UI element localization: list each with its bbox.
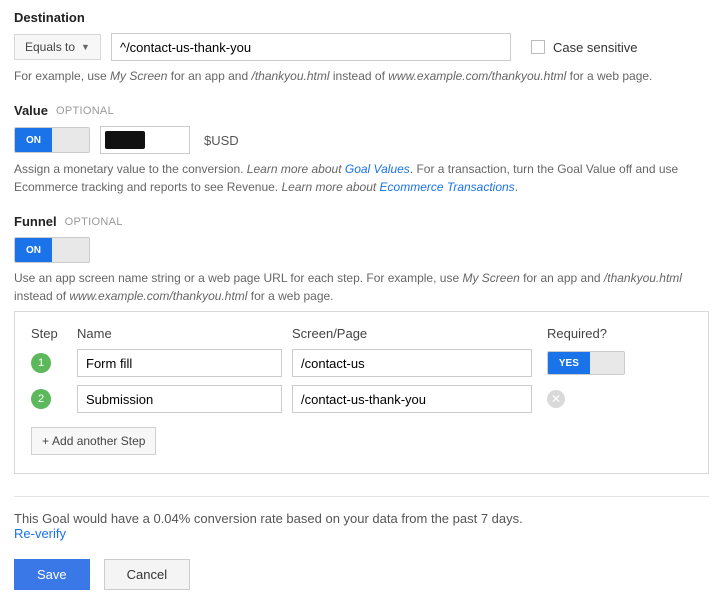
funnel-help: Use an app screen name string or a web p… [14,269,709,305]
step-required-yes: YES [548,352,590,374]
add-step-button[interactable]: + Add another Step [31,427,156,455]
funnel-title: Funnel [14,214,57,229]
step-required-off [590,352,624,374]
divider [14,496,709,497]
value-amount-input[interactable] [100,126,190,154]
step-number-badge: 2 [31,389,51,409]
destination-url-input[interactable] [111,33,511,61]
step-required-toggle[interactable]: YES [547,351,625,375]
value-optional-label: OPTIONAL [56,105,114,117]
funnel-steps-table: Step Name Screen/Page Required? 1 YES 2 … [14,311,709,474]
col-step: Step [31,326,77,341]
col-page: Screen/Page [292,326,547,341]
step-number-badge: 1 [31,353,51,373]
step-page-input[interactable] [292,349,532,377]
reverify-link[interactable]: Re-verify [14,526,66,541]
currency-label: $USD [204,133,239,148]
value-toggle-off [52,128,89,152]
match-type-dropdown[interactable]: Equals to ▼ [14,34,101,60]
col-required: Required? [547,326,647,341]
plus-icon: + [42,434,49,448]
value-toggle[interactable]: ON [14,127,90,153]
funnel-toggle-on: ON [15,238,52,262]
value-amount-redacted [105,131,145,149]
chevron-down-icon: ▼ [81,42,90,52]
destination-title: Destination [14,10,709,25]
destination-help: For example, use My Screen for an app an… [14,67,709,85]
funnel-toggle-off [52,238,89,262]
case-sensitive-label: Case sensitive [553,40,638,55]
ecommerce-transactions-link[interactable]: Ecommerce Transactions [380,180,515,194]
case-sensitive-checkbox[interactable] [531,40,545,54]
goal-values-link[interactable]: Goal Values [345,162,410,176]
step-name-input[interactable] [77,385,282,413]
step-page-input[interactable] [292,385,532,413]
value-toggle-on: ON [15,128,52,152]
value-help: Assign a monetary value to the conversio… [14,160,709,196]
match-type-label: Equals to [25,40,75,54]
funnel-optional-label: OPTIONAL [65,216,123,228]
remove-step-icon[interactable]: ✕ [547,390,565,408]
cancel-button[interactable]: Cancel [104,559,190,590]
add-step-label: Add another Step [52,434,145,448]
step-name-input[interactable] [77,349,282,377]
funnel-toggle[interactable]: ON [14,237,90,263]
value-title: Value [14,103,48,118]
funnel-row: 1 YES [31,349,692,377]
funnel-row: 2 ✕ [31,385,692,413]
save-button[interactable]: Save [14,559,90,590]
col-name: Name [77,326,292,341]
conversion-rate-msg: This Goal would have a 0.04% conversion … [14,511,709,526]
